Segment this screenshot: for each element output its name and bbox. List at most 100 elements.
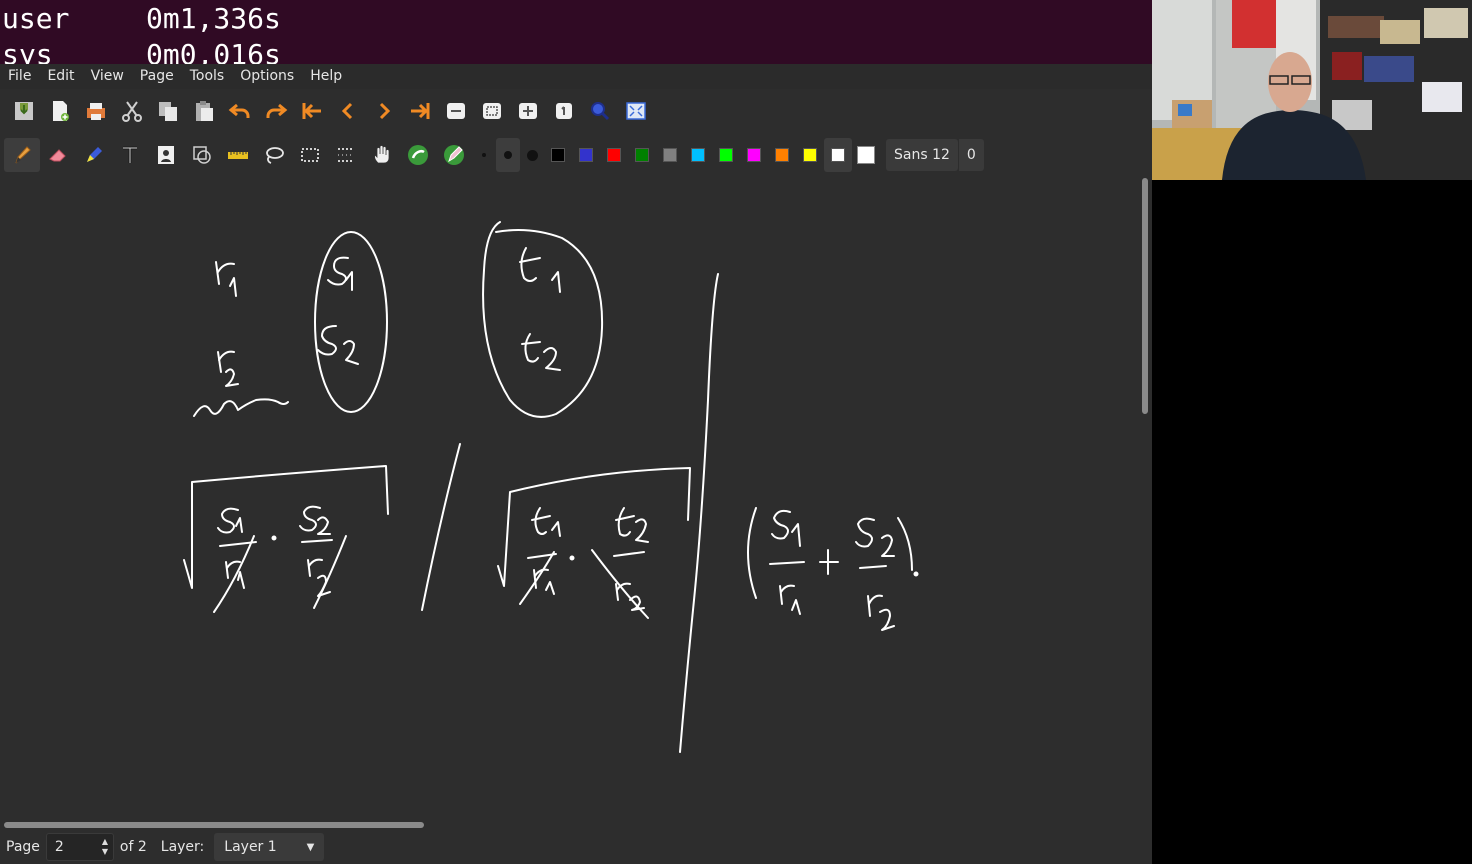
last-page-icon: [411, 103, 430, 119]
page-label: Page: [6, 839, 40, 855]
print-button[interactable]: [78, 94, 114, 128]
menu-file[interactable]: File: [0, 64, 39, 89]
ink-right-paren: [897, 517, 913, 571]
page-number-input[interactable]: 2 ▲ ▼: [45, 833, 114, 861]
color-yellow-button[interactable]: [796, 138, 824, 172]
zoom-100-button[interactable]: [546, 94, 582, 128]
size-thick-button[interactable]: [520, 138, 544, 172]
zoom-fit-button[interactable]: [474, 94, 510, 128]
hand-tool-button[interactable]: [364, 138, 400, 172]
line-width-field[interactable]: 0: [957, 139, 984, 171]
new-page-icon: [53, 101, 69, 121]
statusbar: Page 2 ▲ ▼ of 2 Layer: Layer 1 ▼: [0, 830, 1152, 864]
cut-button[interactable]: [114, 94, 150, 128]
first-page-icon: [302, 103, 321, 119]
ink-left-paren: [747, 507, 757, 599]
current-color-button[interactable]: [852, 138, 880, 172]
default-tool-button[interactable]: [400, 138, 436, 172]
empty-area: [1152, 180, 1472, 864]
first-page-button[interactable]: [294, 94, 330, 128]
highlighter-icon: [87, 147, 102, 162]
color-swatch: [719, 148, 733, 162]
color-swatch: [691, 148, 705, 162]
next-page-button[interactable]: [366, 94, 402, 128]
ink-frac-t1-r1: [519, 507, 561, 605]
color-light-green-button[interactable]: [712, 138, 740, 172]
size-fine-button[interactable]: [472, 138, 496, 172]
color-white-button[interactable]: [824, 138, 852, 172]
ink-frac-t2-r2: [591, 507, 649, 619]
dropdown-arrow-icon: ▼: [306, 841, 315, 853]
font-selector[interactable]: Sans 12: [886, 139, 958, 171]
ink-plus: [819, 549, 839, 575]
page-spinner[interactable]: ▲ ▼: [97, 834, 113, 860]
color-swatch: [635, 148, 649, 162]
menu-options[interactable]: Options: [232, 64, 302, 89]
vertical-space-icon: [338, 148, 354, 162]
ink-division-slash: [421, 443, 461, 611]
color-light-blue-button[interactable]: [684, 138, 712, 172]
menu-help[interactable]: Help: [302, 64, 350, 89]
previous-page-button[interactable]: [330, 94, 366, 128]
color-green-button[interactable]: [628, 138, 656, 172]
menu-page[interactable]: Page: [132, 64, 182, 89]
horizontal-scrollbar[interactable]: [4, 822, 424, 828]
menu-edit[interactable]: Edit: [39, 64, 82, 89]
color-magenta-button[interactable]: [740, 138, 768, 172]
color-swatch: [579, 148, 593, 162]
dot-medium-icon: [504, 151, 512, 159]
hand-icon: [374, 145, 390, 164]
layer-select[interactable]: Layer 1 ▼: [214, 833, 325, 861]
color-swatch: [831, 148, 845, 162]
zoom-fit-icon: [483, 103, 501, 119]
redo-button[interactable]: [258, 94, 294, 128]
color-black-button[interactable]: [544, 138, 572, 172]
undo-button[interactable]: [222, 94, 258, 128]
pen-tool-button[interactable]: [4, 138, 40, 172]
menu-view[interactable]: View: [83, 64, 132, 89]
tool-settings-button[interactable]: [436, 138, 472, 172]
terminal-window: user 0m1,336s sys 0m0,016s: [0, 0, 1152, 64]
lasso-icon: [266, 147, 284, 164]
ink-frac-s2-r2: [299, 505, 347, 609]
spin-down-icon[interactable]: ▼: [102, 847, 108, 857]
eraser-icon: [49, 149, 66, 162]
save-button[interactable]: [6, 94, 42, 128]
color-orange-button[interactable]: [768, 138, 796, 172]
zoom-out-button[interactable]: [438, 94, 474, 128]
image-tool-button[interactable]: [148, 138, 184, 172]
ink-s1: [327, 256, 353, 291]
vertical-scrollbar[interactable]: [1142, 178, 1148, 414]
size-medium-button[interactable]: [496, 138, 520, 172]
next-page-icon: [379, 102, 391, 120]
ink-t2: [521, 333, 561, 371]
zoom-in-button[interactable]: [510, 94, 546, 128]
menu-tools[interactable]: Tools: [182, 64, 233, 89]
drawing-canvas[interactable]: [0, 178, 1140, 818]
zoom-custom-icon: [591, 102, 610, 121]
fullscreen-button[interactable]: [618, 94, 654, 128]
paste-button[interactable]: [186, 94, 222, 128]
undo-icon: [228, 103, 250, 118]
previous-page-icon: [341, 102, 353, 120]
last-page-button[interactable]: [402, 94, 438, 128]
ink-ellipse-t: [482, 221, 604, 418]
shape-recognizer-button[interactable]: [184, 138, 220, 172]
highlighter-tool-button[interactable]: [76, 138, 112, 172]
ruler-tool-button[interactable]: [220, 138, 256, 172]
spin-up-icon[interactable]: ▲: [102, 837, 108, 847]
color-blue-button[interactable]: [572, 138, 600, 172]
text-tool-button[interactable]: [112, 138, 148, 172]
eraser-tool-button[interactable]: [40, 138, 76, 172]
select-rectangle-button[interactable]: [292, 138, 328, 172]
vertical-space-button[interactable]: [328, 138, 364, 172]
select-region-button[interactable]: [256, 138, 292, 172]
ink-r1: [215, 261, 237, 297]
color-swatch: [551, 148, 565, 162]
new-page-button[interactable]: [42, 94, 78, 128]
zoom-custom-button[interactable]: [582, 94, 618, 128]
text-icon: [123, 146, 137, 163]
color-gray-button[interactable]: [656, 138, 684, 172]
copy-button[interactable]: [150, 94, 186, 128]
color-red-button[interactable]: [600, 138, 628, 172]
